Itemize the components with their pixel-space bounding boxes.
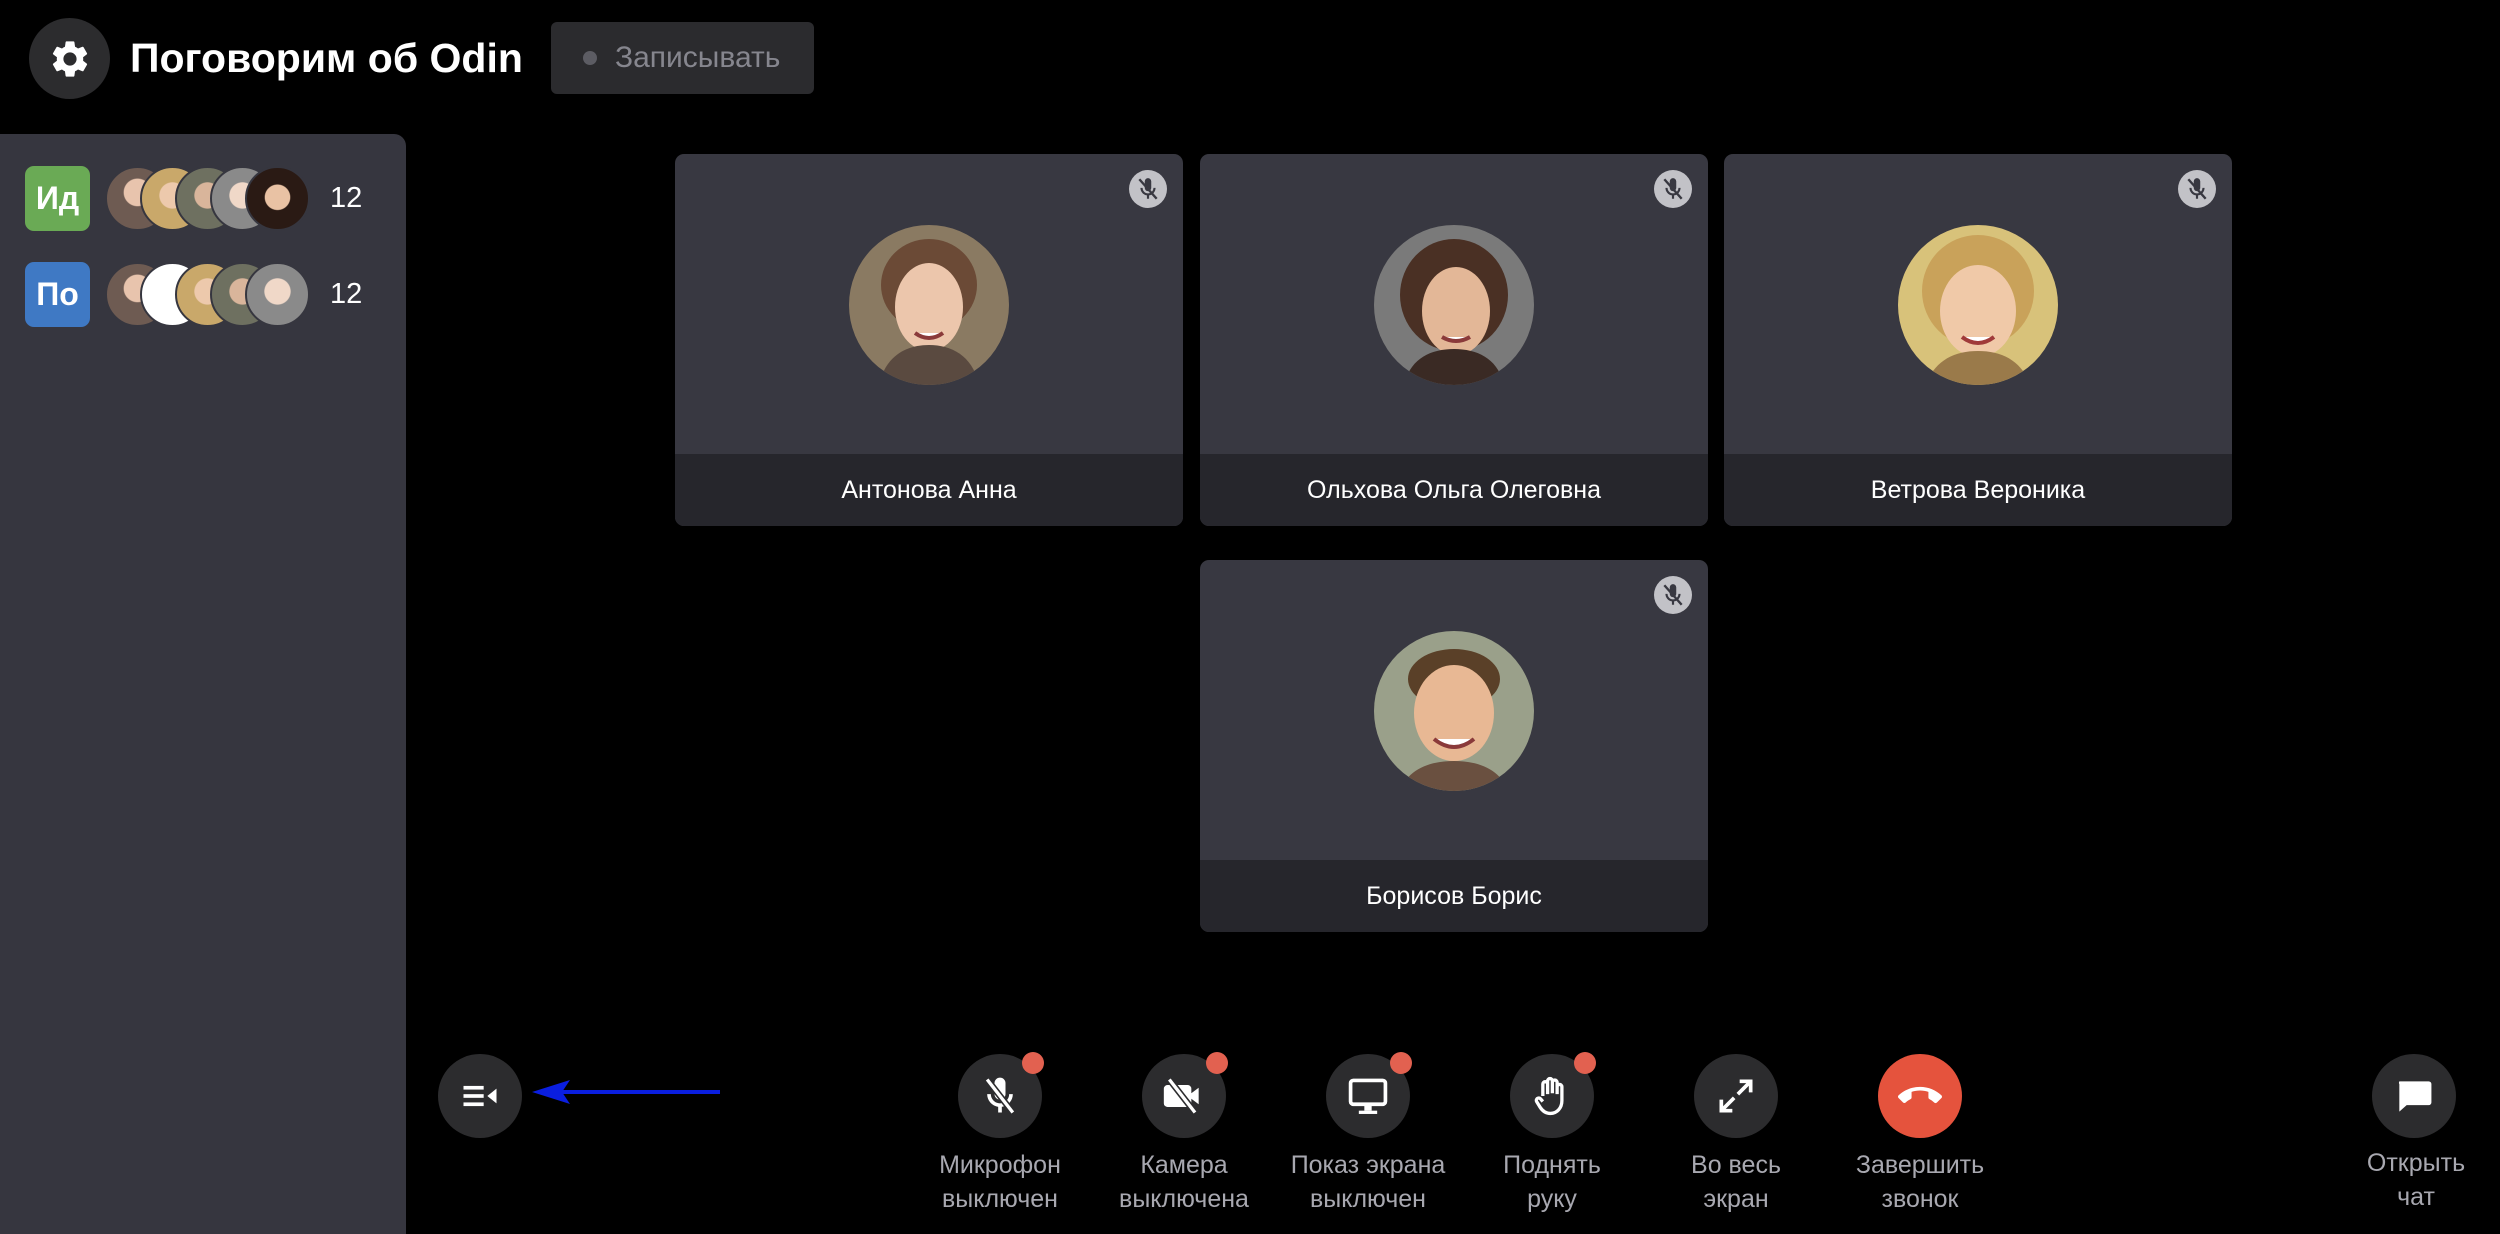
annotation-arrow (532, 1080, 720, 1104)
raise-hand-label: Поднять руку (1503, 1151, 1601, 1213)
participant-name: Ольхова Ольга Олеговна (1200, 454, 1708, 526)
participant-name: Антонова Анна (675, 454, 1183, 526)
participant-tile[interactable]: Ольхова Ольга Олеговна (1200, 154, 1708, 526)
room-participant-avatars (105, 262, 345, 327)
avatar (1898, 225, 2058, 385)
fullscreen-button[interactable] (1694, 1054, 1778, 1138)
end-call-button[interactable] (1878, 1054, 1962, 1138)
mic-muted-icon (2178, 170, 2216, 208)
room-badge: Ид (25, 166, 90, 231)
gear-icon (52, 40, 87, 77)
room-participant-count: 12 (330, 278, 363, 310)
expand-icon (1719, 1079, 1753, 1113)
room-participant-avatars (105, 166, 345, 231)
camera-off-icon (1163, 1077, 1199, 1115)
microphone-toggle-button[interactable] (958, 1052, 1044, 1138)
avatar (1374, 225, 1534, 385)
raise-hand-button[interactable] (1510, 1052, 1596, 1138)
header: Поговорим об Odin Записывать (0, 0, 2500, 120)
record-dot-icon (583, 51, 597, 65)
camera-toggle-button[interactable] (1142, 1052, 1228, 1138)
open-chat-label: Открыть чат (2366, 1149, 2466, 1211)
fullscreen-label: Во весь экран (1691, 1151, 1781, 1213)
settings-button[interactable] (29, 18, 110, 99)
microphone-label: Микрофон выключен (939, 1151, 1061, 1213)
notification-dot (1206, 1052, 1228, 1074)
room-participant-count: 12 (330, 182, 363, 214)
avatar (1374, 631, 1534, 791)
record-label: Записывать (615, 41, 781, 74)
record-button[interactable]: Записывать (551, 22, 814, 94)
layout-toggle-button[interactable] (438, 1054, 522, 1138)
notification-dot (1574, 1052, 1596, 1074)
phone-hangup-icon (1898, 1086, 1942, 1104)
open-chat-button[interactable] (2372, 1054, 2456, 1138)
room-item[interactable]: По 12 (25, 262, 395, 327)
participant-tile[interactable]: Борисов Борис (1200, 560, 1708, 932)
mic-off-icon (984, 1077, 1016, 1115)
page-title: Поговорим об Odin (130, 35, 523, 81)
avatar (245, 166, 310, 231)
room-item[interactable]: Ид 12 (25, 166, 395, 231)
screen-share-label: Показ экрана выключен (1290, 1151, 1446, 1213)
participant-name: Ветрова Вероника (1724, 454, 2232, 526)
participant-tile[interactable]: Ветрова Вероника (1724, 154, 2232, 526)
avatar (849, 225, 1009, 385)
mic-muted-icon (1654, 170, 1692, 208)
hand-icon (1534, 1076, 1564, 1116)
list-toggle-icon (463, 1085, 497, 1107)
room-badge: По (25, 262, 90, 327)
mic-muted-icon (1654, 576, 1692, 614)
mic-muted-icon (1129, 170, 1167, 208)
monitor-icon (1348, 1078, 1388, 1114)
chat-icon (2398, 1081, 2432, 1112)
camera-label: Камера выключена (1119, 1151, 1249, 1213)
participant-tile[interactable]: Антонова Анна (675, 154, 1183, 526)
screen-share-button[interactable] (1326, 1052, 1412, 1138)
participant-name: Борисов Борис (1200, 860, 1708, 932)
sidebar: Ид 12 По 12 (0, 134, 406, 1234)
notification-dot (1390, 1052, 1412, 1074)
notification-dot (1022, 1052, 1044, 1074)
end-call-label: Завершить звонок (1855, 1151, 1985, 1213)
avatar (245, 262, 310, 327)
